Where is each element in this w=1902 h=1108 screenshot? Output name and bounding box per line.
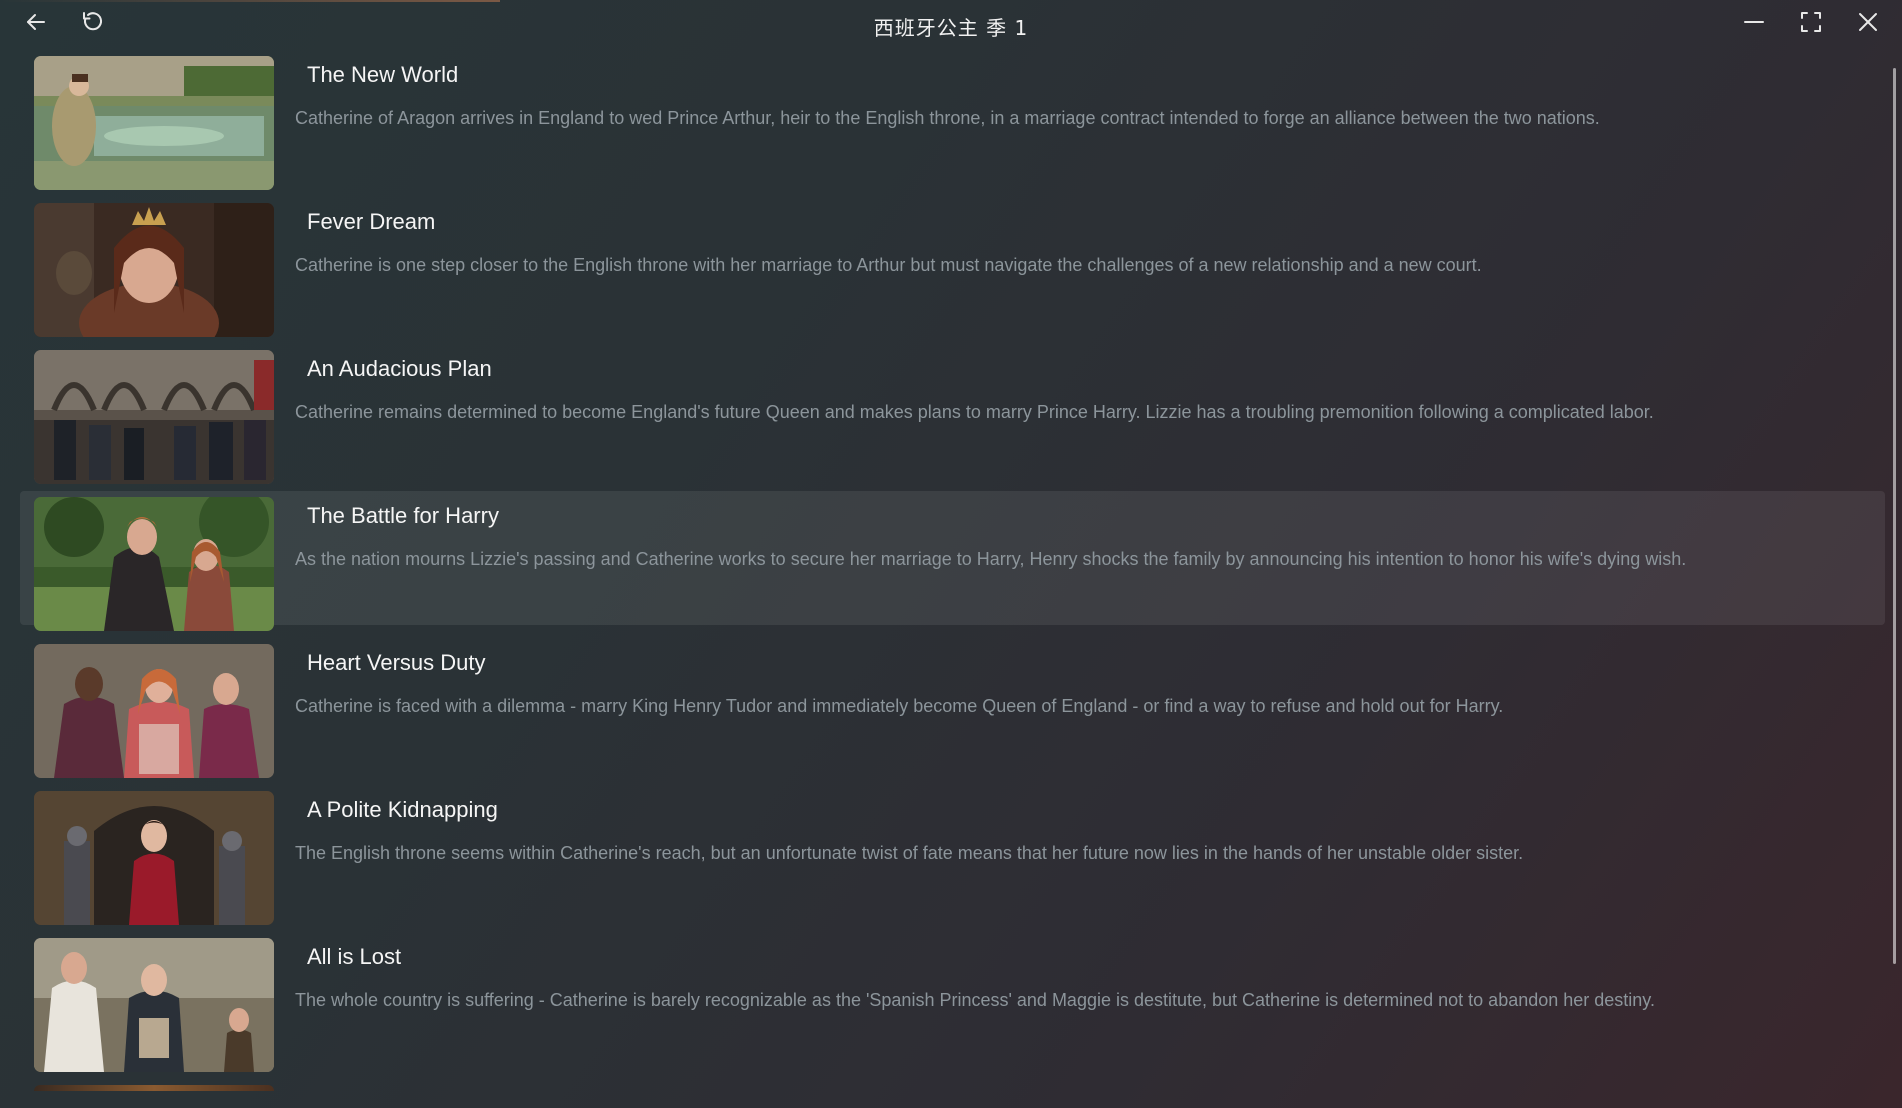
- scrollbar[interactable]: [1893, 68, 1896, 964]
- episode-thumbnail: [34, 497, 274, 631]
- next-episode-thumbnail-peek: [34, 1085, 274, 1091]
- episode-thumbnail: [34, 644, 274, 778]
- episode-description: The English throne seems within Catherin…: [295, 843, 1524, 863]
- episode-item[interactable]: A Polite Kidnapping The English throne s…: [20, 785, 1885, 925]
- episode-title: The Battle for Harry: [307, 503, 499, 528]
- minimize-button[interactable]: [1732, 4, 1776, 44]
- episode-title: Fever Dream: [307, 209, 436, 234]
- episode-title: The New World: [307, 62, 459, 87]
- fullscreen-icon: [1799, 10, 1823, 39]
- episode-description: Catherine remains determined to become E…: [295, 402, 1654, 422]
- episode-description: As the nation mourns Lizzie's passing an…: [295, 549, 1687, 569]
- episode-item[interactable]: All is Lost The whole country is sufferi…: [20, 932, 1885, 1072]
- app-window: 西班牙公主 季 1 The New World Catherine of Ara…: [0, 0, 1902, 1108]
- episode-item[interactable]: The New World Catherine of Aragon arrive…: [20, 50, 1885, 190]
- episode-thumbnail: [34, 350, 274, 484]
- episode-description: Catherine of Aragon arrives in England t…: [295, 108, 1600, 128]
- episode-title: Heart Versus Duty: [307, 650, 486, 675]
- titlebar: 西班牙公主 季 1: [0, 0, 1902, 50]
- fullscreen-button[interactable]: [1789, 4, 1833, 44]
- minimize-icon: [1742, 10, 1766, 39]
- episode-title: All is Lost: [307, 944, 402, 969]
- episode-item[interactable]: Fever Dream Catherine is one step closer…: [20, 197, 1885, 337]
- episode-thumbnail: [34, 791, 274, 925]
- episode-thumbnail: [34, 203, 274, 337]
- episode-description: The whole country is suffering - Catheri…: [295, 990, 1655, 1010]
- close-button[interactable]: [1846, 4, 1890, 44]
- close-icon: [1856, 10, 1880, 39]
- episode-thumbnail: [34, 938, 274, 1072]
- episode-item[interactable]: An Audacious Plan Catherine remains dete…: [20, 344, 1885, 484]
- window-title: 西班牙公主 季 1: [873, 16, 1029, 40]
- episode-list[interactable]: The New World Catherine of Aragon arrive…: [20, 50, 1885, 1108]
- episode-item-selected[interactable]: The Battle for Harry As the nation mourn…: [20, 491, 1885, 631]
- episode-description: Catherine is one step closer to the Engl…: [295, 255, 1482, 275]
- episode-item[interactable]: Heart Versus Duty Catherine is faced wit…: [20, 638, 1885, 778]
- episode-description: Catherine is faced with a dilemma - marr…: [295, 696, 1504, 716]
- episode-title: A Polite Kidnapping: [307, 797, 498, 822]
- episode-title: An Audacious Plan: [307, 356, 492, 381]
- episode-thumbnail: [34, 56, 274, 190]
